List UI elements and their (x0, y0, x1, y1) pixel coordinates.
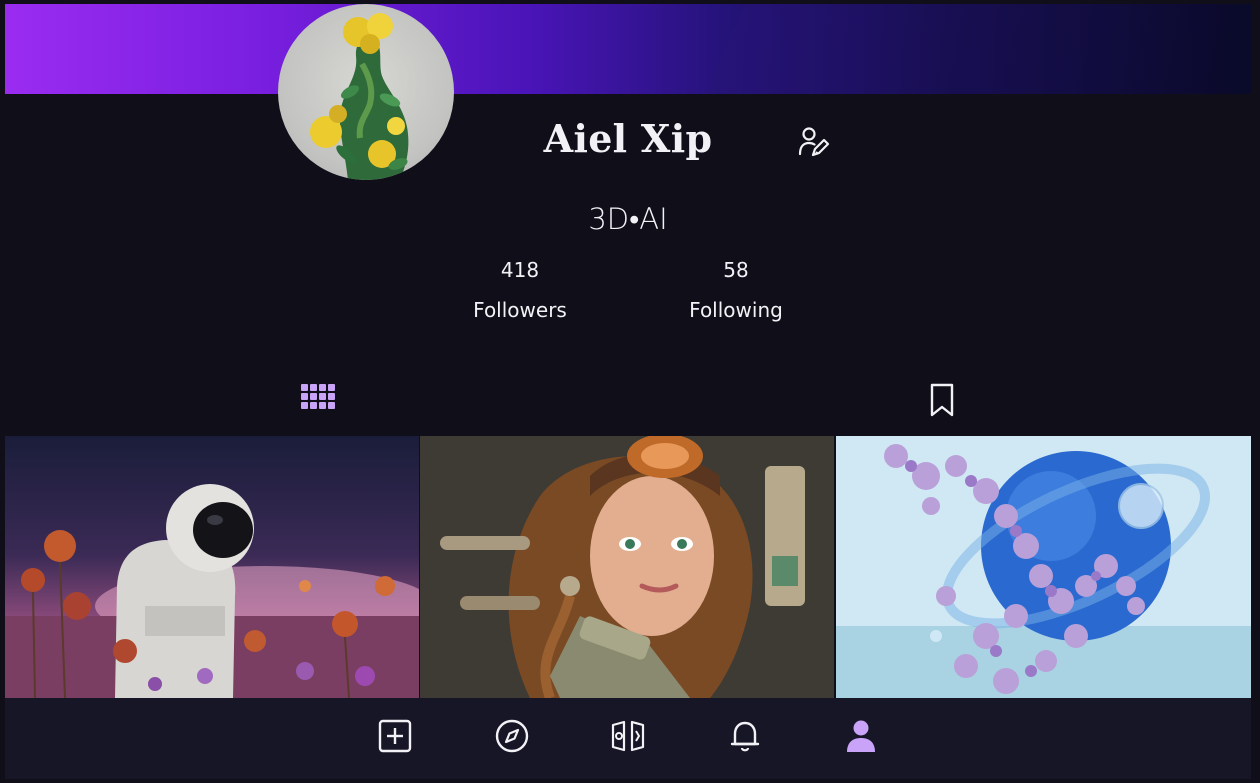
bell-icon (730, 721, 760, 752)
following-stat[interactable]: 58 Following (646, 258, 826, 322)
grid-icon (301, 384, 335, 409)
compass-icon (495, 719, 529, 753)
nav-profile[interactable] (841, 716, 881, 756)
post-grid (5, 436, 1251, 698)
profile-name: Aiel Xip (543, 116, 713, 161)
bottom-navigation (5, 698, 1251, 779)
nav-explore[interactable] (492, 716, 532, 756)
add-post-icon (378, 719, 412, 753)
cover-banner (5, 4, 1251, 94)
reels-icon (611, 720, 645, 752)
followers-label: Followers (473, 298, 567, 322)
astronaut-image (5, 436, 419, 698)
following-label: Following (689, 298, 783, 322)
nav-create-post[interactable] (375, 716, 415, 756)
followers-stat[interactable]: 418 Followers (430, 258, 610, 322)
profile-bio: 3D•AI (588, 202, 668, 236)
edit-profile-button[interactable] (793, 122, 833, 162)
following-count: 58 (723, 258, 749, 282)
steampunk-portrait-image (420, 436, 834, 698)
tab-posts-grid[interactable] (298, 380, 338, 420)
post-thumbnail-steampunk-portrait[interactable] (420, 436, 834, 698)
followers-count: 418 (500, 258, 540, 282)
sphere-flowers-image (836, 436, 1251, 698)
profile-icon (847, 720, 875, 752)
cover-shape (705, 4, 1225, 94)
tab-saved[interactable] (922, 380, 962, 420)
nav-reels[interactable] (608, 716, 648, 756)
bookmark-icon (930, 383, 954, 417)
nav-notifications[interactable] (725, 716, 765, 756)
post-thumbnail-astronaut[interactable] (5, 436, 419, 698)
edit-profile-icon (798, 127, 830, 157)
post-thumbnail-sphere-flowers[interactable] (836, 436, 1251, 698)
profile-screen: Aiel Xip 3D•AI 418 Followers 58 Followin… (5, 4, 1251, 779)
